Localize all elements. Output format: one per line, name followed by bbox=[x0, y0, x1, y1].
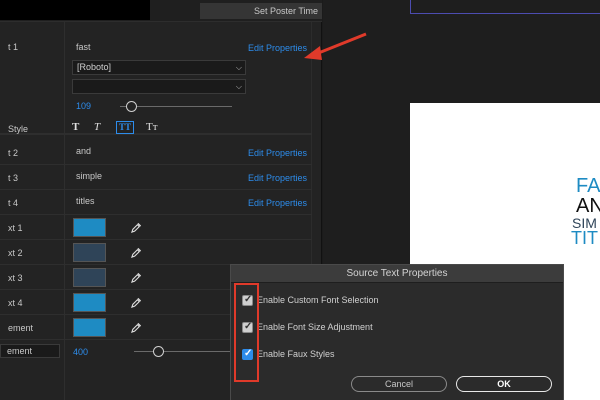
text-3-value[interactable]: simple bbox=[76, 171, 102, 181]
color-row-label: xt 4 bbox=[8, 298, 23, 308]
font-dropdown[interactable]: [Roboto] ⌵ bbox=[72, 60, 246, 75]
style-row: Style T T TT Tт bbox=[0, 121, 312, 135]
color-row: xt 1 bbox=[0, 215, 312, 240]
small-caps-style-button[interactable]: Tт bbox=[146, 121, 158, 133]
chevron-down-icon: ⌵ bbox=[235, 63, 242, 72]
font-style-dropdown[interactable]: ⌵ bbox=[72, 79, 246, 94]
cancel-button[interactable]: Cancel bbox=[351, 376, 447, 392]
color-row-label: xt 2 bbox=[8, 248, 23, 258]
font-dropdown-value: [Roboto] bbox=[77, 62, 112, 72]
composition-text-line: FA bbox=[576, 175, 600, 197]
text-4-row: t 4 titles Edit Properties bbox=[0, 190, 312, 215]
text-4-edit-properties-link[interactable]: Edit Properties bbox=[248, 198, 307, 208]
ok-button[interactable]: OK bbox=[456, 376, 552, 392]
bold-style-button[interactable]: T bbox=[72, 121, 79, 133]
element-field[interactable]: ement bbox=[0, 344, 60, 358]
dialog-title: Source Text Properties bbox=[231, 265, 563, 283]
eyedropper-icon[interactable] bbox=[131, 247, 142, 258]
annotation-highlight-box bbox=[234, 283, 259, 382]
all-caps-style-button[interactable]: TT bbox=[116, 121, 135, 134]
text-1-value[interactable]: fast bbox=[76, 42, 91, 52]
style-label: Style bbox=[8, 124, 29, 134]
color-row: xt 2 bbox=[0, 240, 312, 265]
color-row-label: ement bbox=[8, 323, 34, 333]
color-swatch[interactable] bbox=[73, 318, 106, 337]
font-size-value[interactable]: 109 bbox=[76, 101, 91, 111]
color-row-label: xt 1 bbox=[8, 223, 23, 233]
color-swatch[interactable] bbox=[73, 293, 106, 312]
text-3-row: t 3 simple Edit Properties bbox=[0, 165, 312, 190]
source-text-properties-dialog: Source Text Properties ✓ Enable Custom F… bbox=[230, 264, 564, 400]
composition-text-line: TIT bbox=[571, 228, 598, 248]
font-size-label: Enable Font Size Adjustment bbox=[257, 322, 373, 332]
set-poster-time-button[interactable]: Set Poster Time bbox=[200, 3, 322, 19]
eyedropper-icon[interactable] bbox=[131, 297, 142, 308]
element-size-value[interactable]: 400 bbox=[73, 347, 88, 357]
custom-font-label: Enable Custom Font Selection bbox=[257, 295, 379, 305]
text-2-row: t 2 and Edit Properties bbox=[0, 140, 312, 165]
safe-margin-guide bbox=[410, 0, 600, 14]
eyedropper-icon[interactable] bbox=[131, 322, 142, 333]
text-4-value[interactable]: titles bbox=[76, 196, 95, 206]
text-1-group: t 1 fast Edit Properties [Roboto] ⌵ ⌵ 10… bbox=[0, 22, 312, 134]
text-1-label: t 1 bbox=[8, 42, 19, 52]
color-swatch[interactable] bbox=[73, 218, 106, 237]
color-swatch[interactable] bbox=[73, 268, 106, 287]
text-3-label: t 3 bbox=[8, 173, 19, 183]
eyedropper-icon[interactable] bbox=[131, 272, 142, 283]
eyedropper-icon[interactable] bbox=[131, 222, 142, 233]
faux-styles-label: Enable Faux Styles bbox=[257, 349, 335, 359]
annotation-arrow-icon bbox=[304, 32, 367, 60]
composition-text-line: AN bbox=[576, 195, 600, 217]
text-1-edit-properties-link[interactable]: Edit Properties bbox=[248, 43, 307, 53]
chevron-down-icon: ⌵ bbox=[235, 82, 242, 91]
element-size-slider-track[interactable] bbox=[134, 351, 230, 352]
color-row-label: xt 3 bbox=[8, 273, 23, 283]
text-3-edit-properties-link[interactable]: Edit Properties bbox=[248, 173, 307, 183]
element-size-slider-knob[interactable] bbox=[153, 346, 164, 357]
poster-thumbnail bbox=[0, 0, 150, 20]
text-2-label: t 2 bbox=[8, 148, 19, 158]
text-4-label: t 4 bbox=[8, 198, 19, 208]
text-2-edit-properties-link[interactable]: Edit Properties bbox=[248, 148, 307, 158]
panel-header: Set Poster Time bbox=[0, 0, 322, 22]
font-size-slider-knob[interactable] bbox=[126, 101, 138, 112]
italic-style-button[interactable]: T bbox=[94, 121, 100, 133]
text-2-value[interactable]: and bbox=[76, 146, 91, 156]
color-swatch[interactable] bbox=[73, 243, 106, 262]
